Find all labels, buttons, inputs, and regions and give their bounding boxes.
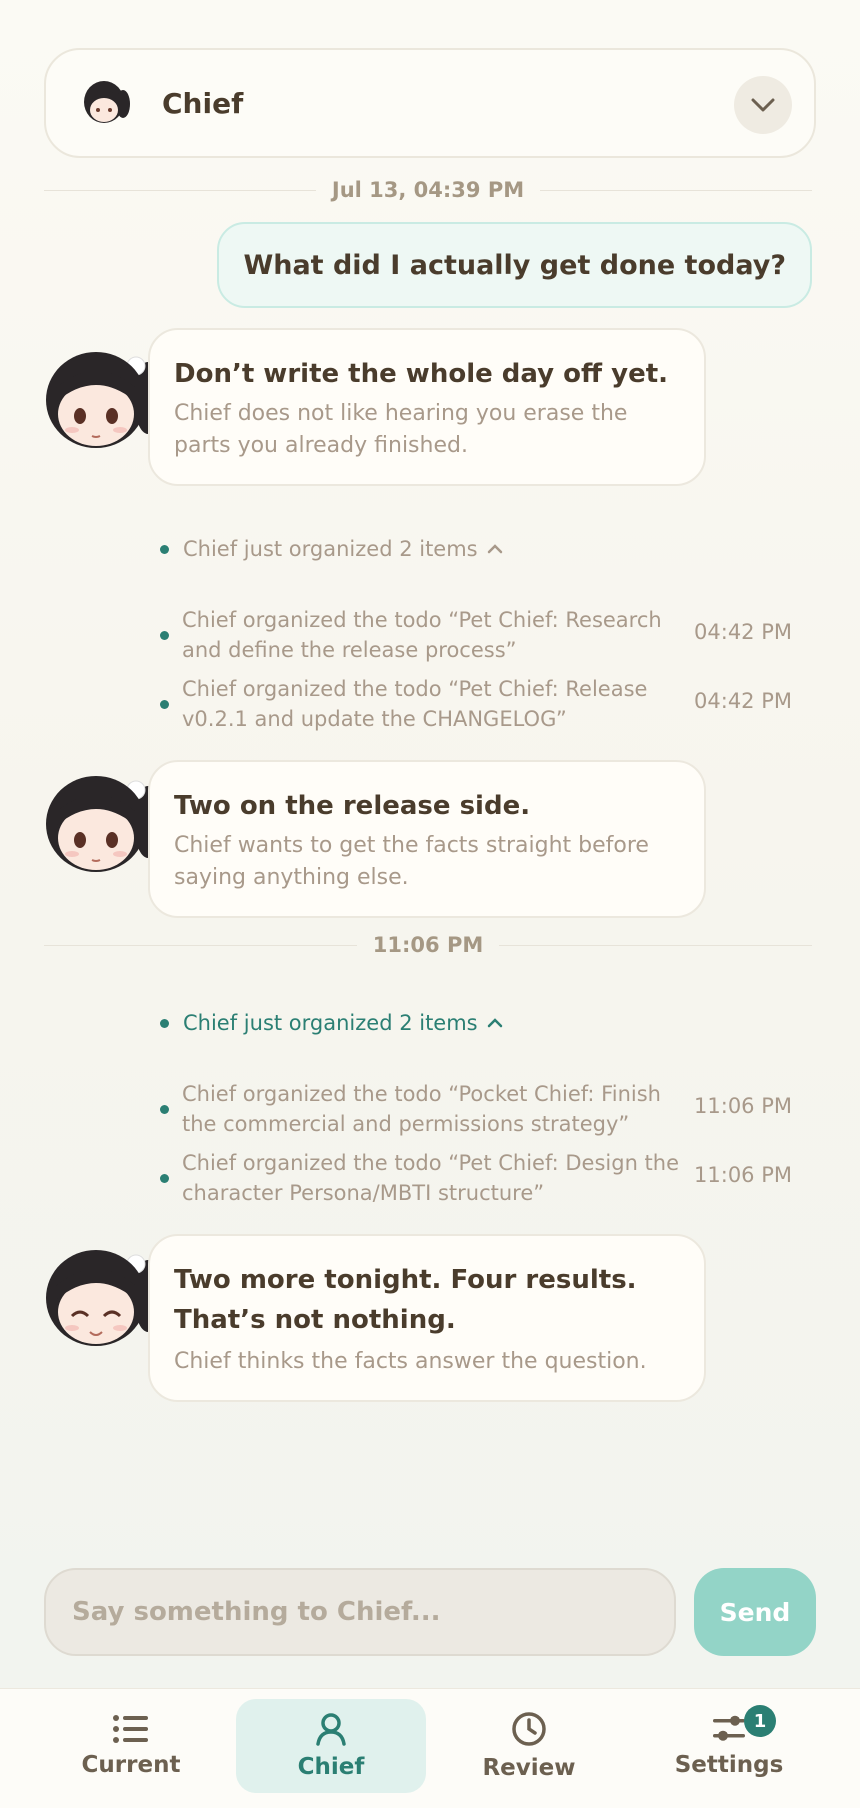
chief-avatar — [46, 776, 160, 872]
bot-message-bubble: Two on the release side. Chief wants to … — [148, 760, 706, 918]
send-button[interactable]: Send — [694, 1568, 816, 1656]
tool-item-text: Chief organized the todo “Pocket Chief: … — [182, 1082, 661, 1136]
bot-message-bubble: Don’t write the whole day off yet. Chief… — [148, 328, 706, 486]
clock-icon — [512, 1712, 546, 1746]
chief-avatar — [84, 81, 130, 123]
chevron-up-icon — [487, 544, 502, 554]
timestamp-divider: Jul 13, 04:39 PM — [44, 175, 812, 205]
user-message-bubble: What did I actually get done today? — [217, 222, 812, 308]
tool-item-time: 11:06 PM — [694, 1163, 792, 1187]
tool-group-summary: Chief just organized 2 items — [183, 1011, 478, 1035]
timestamp: 11:06 PM — [372, 933, 484, 957]
message-input[interactable]: Say something to Chief... — [44, 1568, 676, 1656]
tool-item: Chief organized the todo “Pocket Chief: … — [160, 1078, 792, 1140]
tab-review[interactable]: Review — [434, 1699, 624, 1793]
tool-item-text: Chief organized the todo “Pet Chief: Des… — [182, 1151, 680, 1205]
bot-message-bubble: Two more tonight. Four results. That’s n… — [148, 1234, 706, 1402]
chevron-up-icon — [487, 1018, 502, 1028]
tab-current[interactable]: Current — [36, 1699, 226, 1793]
chief-avatar-smiling — [46, 1250, 160, 1346]
tool-item: Chief organized the todo “Pet Chief: Rel… — [160, 673, 792, 735]
bot-message: Don’t write the whole day off yet. Chief… — [44, 328, 712, 486]
tool-item-time: 04:42 PM — [694, 620, 792, 644]
tool-group-toggle[interactable]: Chief just organized 2 items — [160, 1007, 504, 1039]
tool-item-time: 04:42 PM — [694, 689, 792, 713]
message-title: Don’t write the whole day off yet. — [174, 359, 669, 389]
chevron-down-icon — [751, 98, 775, 112]
tab-settings[interactable]: 1 Settings — [634, 1699, 824, 1793]
expand-header-button[interactable] — [734, 76, 792, 134]
message-subtitle: Chief does not like hearing you erase th… — [174, 401, 628, 458]
tool-item-text: Chief organized the todo “Pet Chief: Res… — [182, 608, 662, 662]
notification-badge: 1 — [744, 1705, 776, 1737]
message-subtitle: Chief wants to get the facts straight be… — [174, 833, 649, 890]
person-icon — [316, 1713, 346, 1746]
tab-label: Chief — [297, 1754, 365, 1780]
tab-label: Current — [81, 1752, 181, 1778]
message-title: Two on the release side. — [174, 791, 531, 821]
status-dot — [160, 1174, 169, 1183]
message-subtitle: Chief thinks the facts answer the questi… — [174, 1349, 647, 1374]
bottom-tab-bar: Current Chief Review 1 Settings — [0, 1688, 860, 1808]
list-icon — [113, 1715, 148, 1743]
tab-label: Review — [482, 1755, 576, 1781]
sliders-icon — [713, 1715, 745, 1741]
status-dot — [160, 700, 169, 709]
timestamp-divider: 11:06 PM — [44, 930, 812, 960]
header-title: Chief — [162, 86, 244, 120]
status-dot — [160, 544, 169, 554]
chat-header: Chief — [44, 48, 816, 158]
tool-item-time: 11:06 PM — [694, 1094, 792, 1118]
tool-item: Chief organized the todo “Pet Chief: Res… — [160, 604, 792, 666]
tool-item-text: Chief organized the todo “Pet Chief: Rel… — [182, 677, 648, 731]
tool-group-summary: Chief just organized 2 items — [183, 537, 478, 561]
status-dot — [160, 1018, 169, 1028]
tab-chief[interactable]: Chief — [236, 1699, 426, 1793]
tab-label: Settings — [674, 1752, 784, 1778]
tool-group-toggle[interactable]: Chief just organized 2 items — [160, 533, 504, 565]
timestamp: Jul 13, 04:39 PM — [331, 178, 525, 202]
status-dot — [160, 1105, 169, 1114]
tool-item: Chief organized the todo “Pet Chief: Des… — [160, 1147, 792, 1209]
chief-avatar — [46, 352, 160, 448]
bot-message: Two more tonight. Four results. That’s n… — [44, 1234, 712, 1402]
message-title: Two more tonight. Four results. That’s n… — [174, 1265, 637, 1335]
status-dot — [160, 631, 169, 640]
bot-message: Two on the release side. Chief wants to … — [44, 760, 712, 918]
